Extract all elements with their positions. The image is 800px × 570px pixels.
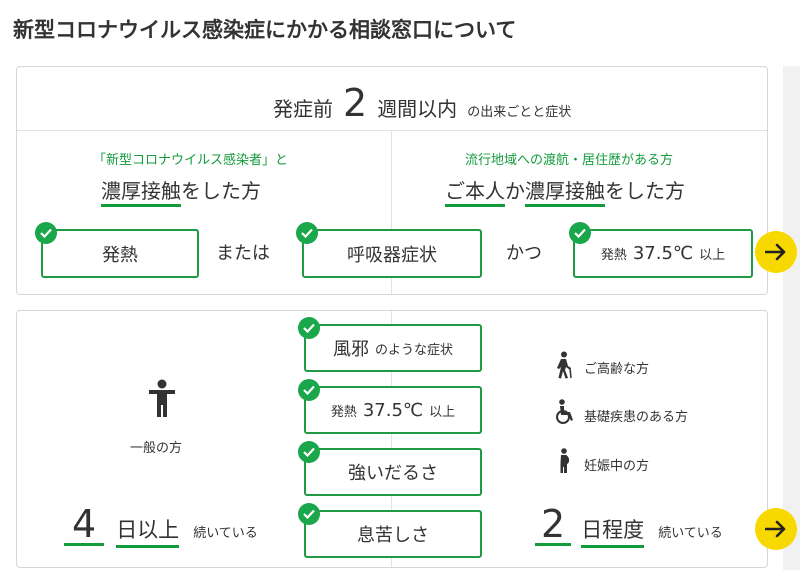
respiratory-label: 呼吸器症状	[347, 244, 437, 266]
right-caption: 流行地域への渡航・居住歴がある方	[465, 153, 674, 168]
left-caption: 「新型コロナウイルス感染者」と	[93, 153, 289, 168]
symptom-label: 息苦しさ	[357, 525, 429, 546]
symptom-label: 強いだるさ	[348, 463, 438, 484]
or-text: または	[216, 243, 270, 264]
temp-value: 37.5℃	[362, 399, 424, 421]
duration-general: 4 日以上 続いている	[64, 505, 258, 548]
left-condition: 濃厚接触をした方	[101, 175, 261, 207]
duration-unit: 日程度	[581, 514, 645, 548]
elderly-label: ご高齢な方	[584, 362, 650, 377]
heading-number: 2	[343, 81, 368, 125]
panel-heading: 発症前 2 週間以内 の出来ごとと症状	[273, 81, 572, 125]
page-title: 新型コロナウイルス感染症にかかる相談窓口について	[13, 18, 517, 42]
duration-number: 4	[64, 505, 105, 546]
heading-prefix: 発症前	[273, 97, 333, 121]
arrow-right-icon[interactable]	[755, 231, 797, 273]
close-contact-label: 濃厚接触	[525, 179, 605, 207]
heading-tail: の出来ごとと症状	[467, 105, 572, 120]
walking-elderly-icon	[555, 351, 573, 383]
temp-prefix: 発熱	[330, 404, 357, 420]
duration-high-risk: 2 日程度 続いている	[535, 505, 723, 548]
scrollbar[interactable]	[783, 66, 800, 570]
pregnant-label: 妊娠中の方	[584, 459, 650, 474]
temp-value: 37.5℃	[632, 243, 694, 264]
condition-rest: をした方	[181, 179, 261, 203]
duration-unit: 日以上	[116, 514, 180, 548]
general-label: 一般の方	[130, 441, 183, 456]
disease-label: 基礎疾患のある方	[584, 410, 689, 425]
symptom-main: 風邪	[332, 339, 369, 360]
respiratory-box: 呼吸器症状	[302, 229, 482, 278]
duration-tail: 続いている	[658, 526, 723, 541]
temp-prefix: 発熱	[600, 248, 627, 263]
wheelchair-icon	[554, 399, 576, 429]
duration-tail: 続いている	[193, 526, 258, 541]
heading-unit: 週間以内	[377, 97, 458, 121]
symptoms-panel: 一般の方 4 日以上 続いている 風邪 のような症状 発熱 37.5℃ 以上 強…	[16, 310, 768, 568]
and-text: かつ	[506, 243, 542, 264]
check-icon	[296, 222, 318, 244]
symptom-tail: のような症状	[374, 342, 453, 358]
check-icon	[298, 503, 320, 525]
close-contact-label: 濃厚接触	[101, 179, 181, 207]
person-icon	[147, 379, 177, 423]
symptom-fever-box: 発熱 37.5℃ 以上	[304, 386, 482, 434]
divider	[17, 130, 767, 131]
temperature-box: 発熱 37.5℃ 以上	[573, 229, 753, 278]
recent-contact-panel: 発症前 2 週間以内 の出来ごとと症状 「新型コロナウイルス感染者」と 濃厚接触…	[16, 66, 768, 295]
pregnant-icon	[557, 448, 573, 478]
fever-box: 発熱	[41, 229, 199, 278]
check-icon	[298, 441, 320, 463]
connector-text: か	[505, 179, 525, 203]
symptom-fatigue-box: 強いだるさ	[304, 448, 482, 496]
symptom-breath-box: 息苦しさ	[304, 510, 482, 558]
fever-label: 発熱	[102, 244, 138, 266]
check-icon	[298, 317, 320, 339]
temp-suffix: 以上	[699, 248, 726, 263]
condition-rest: をした方	[605, 179, 685, 203]
arrow-right-icon[interactable]	[755, 508, 797, 550]
right-condition: ご本人か濃厚接触をした方	[445, 175, 685, 207]
duration-number: 2	[535, 505, 572, 546]
temp-suffix: 以上	[429, 404, 456, 420]
check-icon	[35, 222, 57, 244]
check-icon	[298, 379, 320, 401]
symptom-cold-box: 風邪 のような症状	[304, 324, 482, 372]
self-label: ご本人	[445, 179, 505, 207]
check-icon	[569, 222, 591, 244]
